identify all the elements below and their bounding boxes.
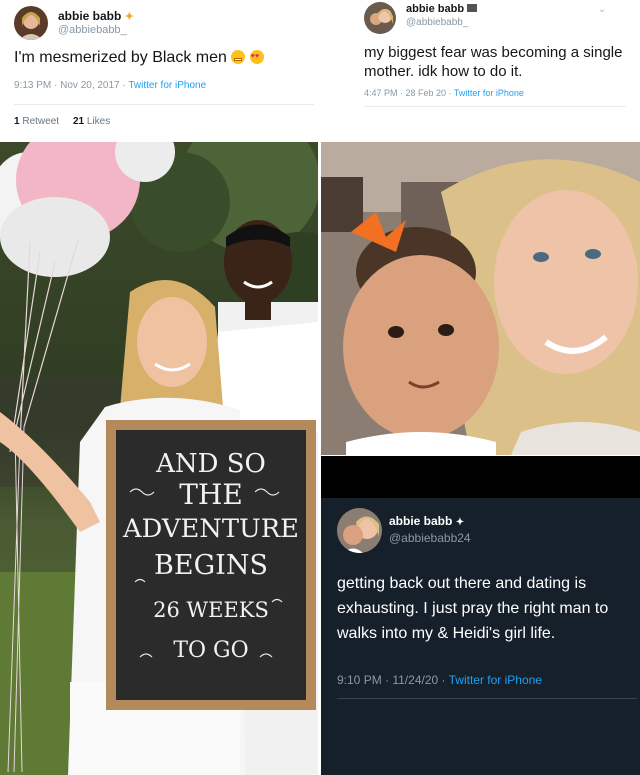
user-handle[interactable]: @abbiebabb_: [58, 24, 127, 36]
tweet-2020-dating: abbie babb ✦ @abbiebabb24 getting back o…: [321, 456, 640, 775]
sign-line-5: 26 WEEKS: [153, 598, 269, 622]
avatar[interactable]: [14, 6, 48, 40]
tweet-timestamp[interactable]: 4:47 PM · 28 Feb 20 · Twitter for iPhone: [364, 88, 524, 98]
source-link[interactable]: Twitter for iPhone: [128, 80, 206, 91]
tweet-2017: abbie babb ✦ @abbiebabb_ I'm mesmerized …: [0, 0, 320, 140]
retweets-stat[interactable]: 1 Retweet: [14, 116, 59, 127]
flag-icon: [467, 4, 478, 12]
divider: [364, 106, 626, 107]
avatar[interactable]: [337, 508, 382, 553]
selfie-photo: [321, 142, 640, 455]
display-name[interactable]: abbie babb: [406, 3, 478, 15]
sign-line-6: TO GO: [173, 638, 248, 663]
sparkle-icon: ✦: [455, 517, 465, 528]
sparkle-icon: ✦: [124, 11, 134, 23]
sign-line-3: ADVENTURE: [122, 514, 299, 543]
top-bar: [321, 456, 640, 498]
sign-line-2: THE: [179, 478, 243, 511]
tweet-timestamp[interactable]: 9:13 PM · Nov 20, 2017 · Twitter for iPh…: [14, 80, 206, 91]
divider: [337, 698, 637, 699]
grimace-emoji: [231, 50, 246, 64]
display-name[interactable]: abbie babb ✦: [389, 514, 464, 528]
tweet-stats: 1 Retweet 21 Likes: [14, 116, 110, 127]
tweet-text: I'm mesmerized by Black men ♥♥: [14, 48, 264, 68]
display-name[interactable]: abbie babb ✦: [58, 9, 134, 23]
heart-eyes-emoji: ♥♥: [249, 50, 264, 64]
user-handle[interactable]: @abbiebabb_: [406, 17, 468, 28]
source-link[interactable]: Twitter for iPhone: [454, 88, 524, 98]
user-handle[interactable]: @abbiebabb24: [389, 531, 471, 545]
avatar[interactable]: [364, 2, 396, 34]
likes-stat[interactable]: 21 Likes: [73, 116, 110, 127]
announcement-photo: AND SO THE ADVENTURE BEGINS 26 WEEKS TO …: [0, 142, 318, 775]
tweet-text: getting back out there and dating is exh…: [337, 575, 609, 642]
chevron-down-icon[interactable]: ⌄: [598, 4, 606, 15]
tweet-timestamp[interactable]: 9:10 PM · 11/24/20 · Twitter for iPhone: [337, 673, 542, 687]
source-link[interactable]: Twitter for iPhone: [449, 673, 542, 687]
divider: [14, 104, 314, 105]
sign-line-4: BEGINS: [154, 550, 268, 581]
tweet-text: my biggest fear was becoming a single mo…: [364, 44, 623, 80]
tweet-2020-fear: abbie babb @abbiebabb_ ⌄ my biggest fear…: [322, 0, 640, 140]
sign-line-1: AND SO: [155, 449, 266, 479]
